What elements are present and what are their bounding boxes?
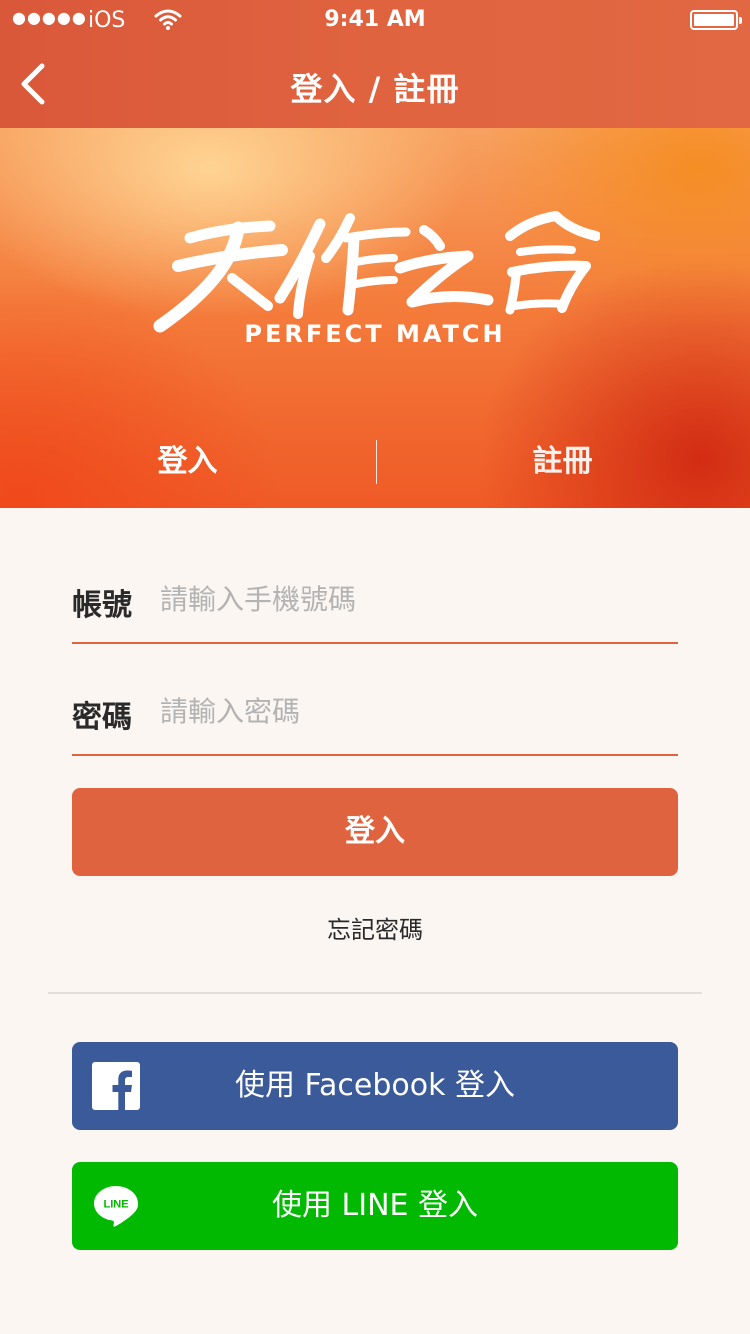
account-field-row: 帳號 — [72, 560, 678, 644]
facebook-icon — [92, 1062, 140, 1110]
line-login-button[interactable]: LINE 使用 LINE 登入 — [72, 1162, 678, 1250]
battery-icon — [690, 10, 742, 30]
tab-login-label: 登入 — [157, 444, 218, 479]
auth-tabs: 登入 註冊 — [0, 428, 750, 508]
status-time: 9:41 AM — [324, 7, 426, 32]
header: ●●●●● iOS 9:41 AM 登入 / 註冊 — [0, 0, 750, 128]
status-bar: ●●●●● iOS 9:41 AM — [0, 0, 750, 40]
account-input[interactable] — [160, 574, 670, 624]
section-divider — [48, 992, 702, 994]
line-login-label: 使用 LINE 登入 — [271, 1188, 479, 1223]
tab-login[interactable]: 登入 — [0, 442, 375, 492]
tab-register[interactable]: 註冊 — [375, 442, 750, 492]
login-button[interactable]: 登入 — [72, 788, 678, 876]
login-form: 帳號 密碼 — [72, 560, 678, 784]
password-label: 密碼 — [72, 700, 132, 735]
account-label: 帳號 — [72, 588, 132, 623]
facebook-login-label: 使用 Facebook 登入 — [234, 1068, 516, 1103]
tab-register-label: 註冊 — [532, 444, 593, 479]
password-field-row: 密碼 — [72, 672, 678, 756]
line-icon: LINE — [94, 1186, 138, 1227]
hero-banner: PERFECT MATCH 登入 註冊 — [0, 128, 750, 508]
page-title: 登入 / 註冊 — [290, 70, 460, 108]
svg-text:LINE: LINE — [103, 1199, 128, 1211]
forgot-password-row: 忘記密碼 — [0, 910, 750, 945]
password-input[interactable] — [160, 686, 670, 736]
nav-bar: 登入 / 註冊 — [0, 40, 750, 128]
logo-subtitle: PERFECT MATCH — [244, 320, 506, 348]
login-screen: ●●●●● iOS 9:41 AM 登入 / 註冊 PERFECT MATCH … — [0, 0, 750, 1334]
brand-logo — [153, 211, 600, 333]
facebook-login-button[interactable]: 使用 Facebook 登入 — [72, 1042, 678, 1130]
forgot-password-link[interactable]: 忘記密碼 — [327, 916, 423, 944]
